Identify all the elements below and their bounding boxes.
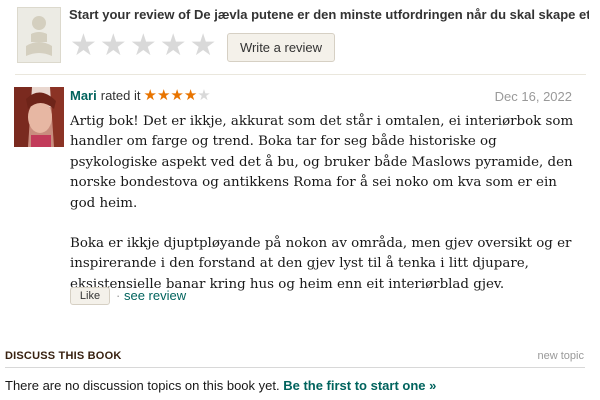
rated-text: rated it [100, 88, 141, 103]
rate-star-4-icon[interactable]: ★ [160, 31, 187, 61]
write-review-button[interactable]: Write a review [227, 33, 335, 62]
review-rating-stars: ★ ★ ★ ★ ★ [143, 88, 210, 103]
review-paragraph: Artig bok! Det er ikkje, akkurat som det… [70, 114, 574, 211]
rate-star-2-icon[interactable]: ★ [100, 31, 127, 61]
reviewer-name-link[interactable]: Mari [70, 88, 97, 103]
see-review-row: · see review [116, 288, 186, 303]
review-header: Mari rated it ★ ★ ★ ★ ★ [70, 88, 211, 103]
star-filled-icon: ★ [170, 87, 184, 104]
book-reader-placeholder-icon [17, 7, 61, 63]
star-filled-icon: ★ [143, 87, 157, 104]
review-text: Artig bok! Det er ikkje, akkurat som det… [70, 112, 578, 315]
no-topics-text: There are no discussion topics on this b… [5, 378, 280, 393]
new-topic-link[interactable]: new topic [538, 350, 584, 362]
divider [5, 367, 585, 368]
rate-star-5-icon[interactable]: ★ [190, 31, 217, 61]
no-topics-message: There are no discussion topics on this b… [5, 378, 436, 393]
start-topic-link[interactable]: Be the first to start one » [283, 378, 436, 393]
divider [15, 74, 586, 75]
rate-star-3-icon[interactable]: ★ [130, 31, 157, 61]
star-filled-icon: ★ [183, 87, 198, 104]
separator-dot: · [116, 288, 121, 303]
review-paragraph: Boka er ikkje djuptpløyande på nokon av … [70, 236, 572, 292]
user-rating-stars[interactable]: ★ ★ ★ ★ ★ [70, 31, 217, 61]
rate-star-1-icon[interactable]: ★ [70, 31, 97, 61]
write-review-prompt: Start your review of De jævla putene er … [69, 7, 589, 22]
review-date-link[interactable]: Dec 16, 2022 [495, 89, 572, 104]
star-empty-icon: ★ [197, 87, 211, 104]
see-review-link[interactable]: see review [124, 288, 186, 303]
discuss-section-title: DISCUSS THIS BOOK [5, 350, 122, 362]
like-button[interactable]: Like [70, 287, 110, 305]
star-filled-icon: ★ [156, 87, 171, 104]
reviewer-avatar[interactable] [14, 87, 64, 147]
